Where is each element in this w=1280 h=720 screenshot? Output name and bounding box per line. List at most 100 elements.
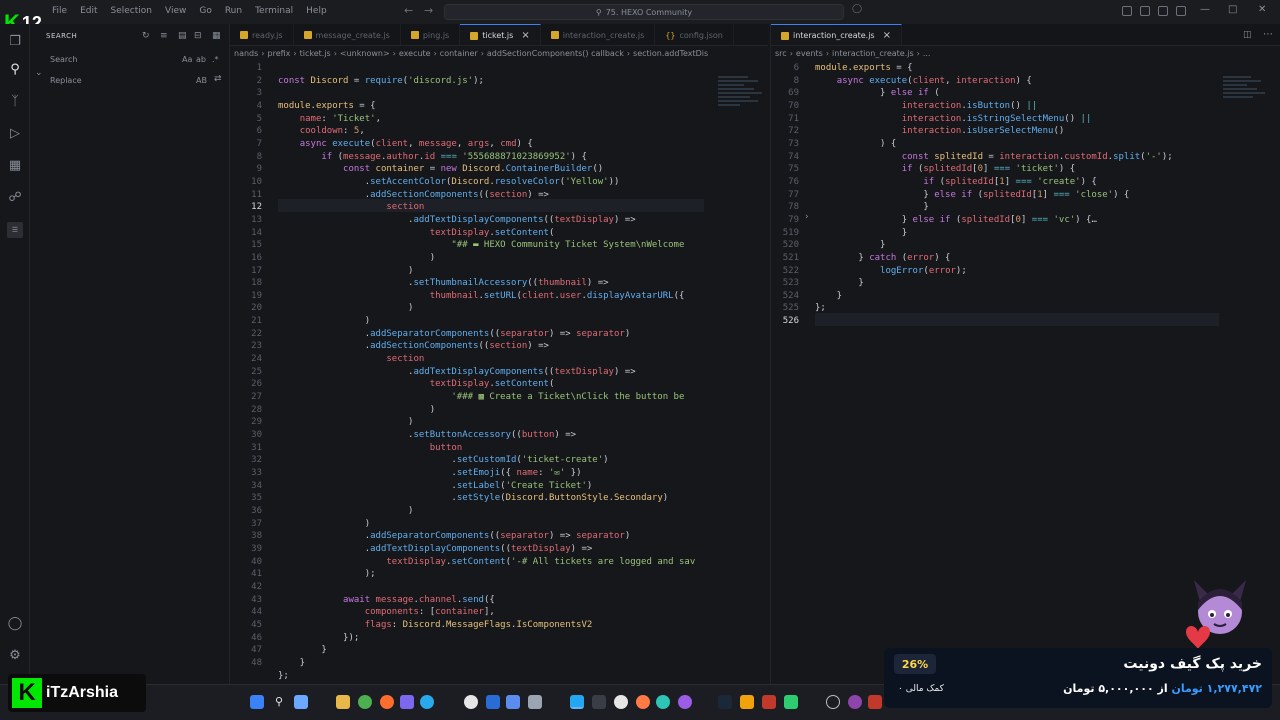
remote-explorer-icon[interactable]: ☍ — [7, 190, 23, 206]
account-icon[interactable]: ◯ — [7, 616, 23, 632]
menu-edit[interactable]: Edit — [80, 6, 97, 16]
firefox-icon[interactable] — [380, 695, 394, 709]
breadcrumb-item[interactable]: addSectionComponents() callback — [487, 49, 624, 58]
app-icon[interactable] — [740, 695, 754, 709]
code-area[interactable]: const Discord = require('discord.js'); m… — [278, 62, 704, 684]
run-debug-icon[interactable]: ▷ — [7, 126, 23, 142]
search-icon[interactable]: ⚲ — [7, 62, 23, 78]
tab-interaction-create-js[interactable]: interaction_create.js × — [771, 24, 902, 45]
vscode-icon[interactable] — [570, 695, 584, 709]
match-case-toggle[interactable]: Aa — [182, 55, 192, 64]
breadcrumb-item[interactable]: execute — [399, 49, 431, 58]
start-icon[interactable] — [250, 695, 264, 709]
settings-gear-icon[interactable]: ⚙ — [7, 648, 23, 664]
chevron-right-icon: › — [392, 48, 396, 58]
back-arrow-icon[interactable]: ← — [404, 4, 413, 17]
line-number: 75 — [788, 164, 799, 175]
clear-results-icon[interactable]: ≡ — [160, 31, 168, 41]
collapse-all-icon[interactable]: ⊟ — [194, 31, 202, 41]
breadcrumb-item[interactable]: section.addTextDis — [633, 49, 708, 58]
toggle-panel-icon[interactable] — [1158, 6, 1168, 16]
app-icon[interactable] — [614, 695, 628, 709]
chrome-icon[interactable] — [358, 695, 372, 709]
breadcrumb-item[interactable]: events — [796, 49, 823, 58]
more-actions-icon[interactable]: ⋯ — [1263, 29, 1273, 40]
tab-ready-js[interactable]: ready.js — [230, 24, 294, 45]
tab-ping-js[interactable]: ping.js — [401, 24, 461, 45]
command-center[interactable]: ⚲ 75. HEXO Community — [444, 4, 844, 20]
menu-file[interactable]: File — [52, 6, 67, 16]
copilot-icon[interactable]: ◯ — [852, 4, 862, 14]
explorer-icon[interactable]: ❐ — [7, 34, 23, 50]
split-editor-icon[interactable]: ◫ — [1243, 30, 1252, 40]
tab-interaction-create-js[interactable]: interaction_create.js — [541, 24, 656, 45]
app-icon[interactable] — [592, 695, 606, 709]
app-icon[interactable] — [762, 695, 776, 709]
new-search-editor-icon[interactable]: ▤ — [178, 31, 187, 41]
breadcrumb-item[interactable]: nands — [234, 49, 258, 58]
app-icon[interactable] — [784, 695, 798, 709]
breadcrumb-item[interactable]: ticket.js — [300, 49, 331, 58]
close-tab-icon[interactable]: × — [521, 30, 529, 41]
preserve-case-toggle[interactable]: AB — [196, 76, 207, 85]
refresh-icon[interactable]: ↻ — [142, 31, 150, 41]
telegram-icon[interactable] — [420, 695, 434, 709]
breadcrumb-item[interactable]: <unknown> — [340, 49, 390, 58]
task-view-icon[interactable] — [294, 695, 308, 709]
menu-go[interactable]: Go — [199, 6, 211, 16]
obs-icon[interactable] — [464, 695, 478, 709]
file-explorer-icon[interactable] — [336, 695, 350, 709]
minimap[interactable] — [718, 74, 764, 154]
app-icon[interactable] — [486, 695, 500, 709]
regex-toggle[interactable]: .* — [212, 55, 219, 64]
chevron-down-icon[interactable]: ⌄ — [35, 68, 43, 78]
menu-terminal[interactable]: Terminal — [255, 6, 293, 16]
app-icon[interactable] — [868, 695, 882, 709]
minimap[interactable] — [1223, 74, 1269, 154]
toggle-secondary-sidebar-icon[interactable] — [1176, 6, 1186, 16]
code-area[interactable]: module.exports = { async execute(client,… — [815, 62, 1219, 684]
app-icon[interactable] — [636, 695, 650, 709]
folded-region[interactable]: … — [1091, 215, 1096, 225]
tab-config-json[interactable]: {} config.json — [655, 24, 734, 45]
breadcrumb-item[interactable]: container — [440, 49, 478, 58]
match-word-toggle[interactable]: ab — [196, 55, 206, 64]
fold-chevron-icon[interactable]: › — [805, 212, 809, 222]
menu-help[interactable]: Help — [306, 6, 327, 16]
source-control-icon[interactable]: ᛉ — [7, 94, 23, 110]
search-icon[interactable]: ⚲ — [272, 695, 286, 709]
breadcrumb-item[interactable]: ... — [923, 49, 931, 58]
line-number: 27 — [251, 392, 262, 403]
menu-view[interactable]: View — [165, 6, 186, 16]
tab-ticket-js[interactable]: ticket.js × — [460, 24, 541, 45]
replace-all-icon[interactable]: ⇄ — [214, 74, 222, 84]
minimize-icon[interactable]: — — [1200, 4, 1210, 15]
breadcrumb: nands › prefix › ticket.js › <unknown> › exe… — [230, 46, 768, 60]
app-icon[interactable] — [848, 695, 862, 709]
extensions-icon[interactable]: ▦ — [7, 158, 23, 174]
toggle-sidebar-icon[interactable] — [1140, 6, 1150, 16]
layout-icon[interactable] — [1122, 6, 1132, 16]
breadcrumb-item[interactable]: interaction_create.js — [832, 49, 914, 58]
close-tab-icon[interactable]: × — [883, 30, 891, 41]
maximize-icon[interactable]: □ — [1228, 4, 1237, 15]
app-icon[interactable] — [506, 695, 520, 709]
app-icon[interactable] — [656, 695, 670, 709]
app-icon[interactable] — [826, 695, 840, 709]
menu-run[interactable]: Run — [225, 6, 242, 16]
docker-icon[interactable]: ☰ — [7, 222, 23, 238]
tab-message-create-js[interactable]: message_create.js — [294, 24, 401, 45]
view-as-tree-icon[interactable]: ▦ — [212, 31, 221, 41]
app-icon[interactable] — [528, 695, 542, 709]
forward-arrow-icon[interactable]: → — [424, 4, 433, 17]
close-window-icon[interactable]: ✕ — [1258, 4, 1266, 15]
menu-selection[interactable]: Selection — [111, 6, 152, 16]
steam-icon[interactable] — [718, 695, 732, 709]
search-input[interactable]: Search — [50, 55, 77, 64]
replace-input[interactable]: Replace — [50, 76, 82, 85]
app-icon[interactable] — [678, 695, 692, 709]
breadcrumb-item[interactable]: prefix — [268, 49, 291, 58]
chevron-right-icon: › — [825, 48, 830, 58]
discord-icon[interactable] — [400, 695, 414, 709]
breadcrumb-item[interactable]: src — [775, 49, 787, 58]
